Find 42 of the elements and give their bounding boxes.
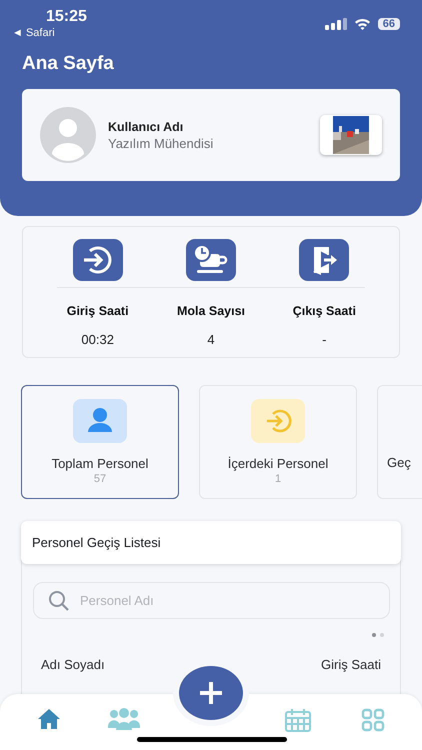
- card-label: İçerdeki Personel: [228, 456, 328, 471]
- signal-icon: [324, 18, 347, 30]
- stat-value: 00:32: [81, 332, 114, 347]
- summary-card[interactable]: İçerdeki Personel 1: [199, 385, 357, 499]
- exit-door-icon: [299, 239, 350, 281]
- coffee-cup-clock-icon: [186, 239, 236, 281]
- search-icon: [48, 590, 70, 612]
- card-count: 1: [274, 473, 282, 485]
- page-dot[interactable]: [380, 633, 384, 637]
- card-label: Geç: [387, 455, 411, 470]
- page-dot[interactable]: [372, 633, 376, 637]
- back-to-safari-link[interactable]: ◄ Safari: [12, 27, 87, 39]
- stat-label: Mola Sayısı: [176, 304, 246, 318]
- user-name: Kullanıcı Adı: [108, 120, 184, 134]
- stat-value: -: [322, 332, 326, 347]
- calendar-icon: [285, 708, 312, 732]
- login-icon: [72, 239, 123, 281]
- add-button[interactable]: [179, 666, 243, 720]
- stat-label: Giriş Saati: [66, 304, 129, 318]
- column-header: Adı Soyadı: [41, 657, 105, 672]
- people-icon: [108, 708, 140, 730]
- column-header: Giriş Saati: [321, 657, 381, 672]
- login-icon: [251, 399, 305, 443]
- status-time: 15:25: [46, 8, 87, 26]
- search-field[interactable]: Personel Adı: [33, 582, 390, 619]
- home-icon: [37, 708, 62, 730]
- avatar-icon: [40, 107, 96, 163]
- battery-level: 66: [378, 18, 400, 30]
- grid-icon: [360, 708, 385, 732]
- wifi-icon: [354, 18, 371, 30]
- photo-thumbnail[interactable]: [320, 115, 382, 155]
- stat-value: 4: [207, 332, 215, 347]
- stat-label: Çıkış Saati: [292, 304, 356, 318]
- card-label: Toplam Personel: [52, 456, 148, 471]
- summary-card[interactable]: Geç: [377, 385, 422, 499]
- page-title: Ana Sayfa: [22, 53, 115, 75]
- person-icon: [73, 399, 127, 443]
- card-count: 57: [94, 473, 106, 485]
- summary-card[interactable]: Toplam Personel 57: [21, 385, 179, 499]
- section-title: Personel Geçiş Listesi: [32, 535, 161, 550]
- plus-icon: [198, 680, 224, 706]
- user-role: Yazılım Mühendisi: [108, 136, 214, 150]
